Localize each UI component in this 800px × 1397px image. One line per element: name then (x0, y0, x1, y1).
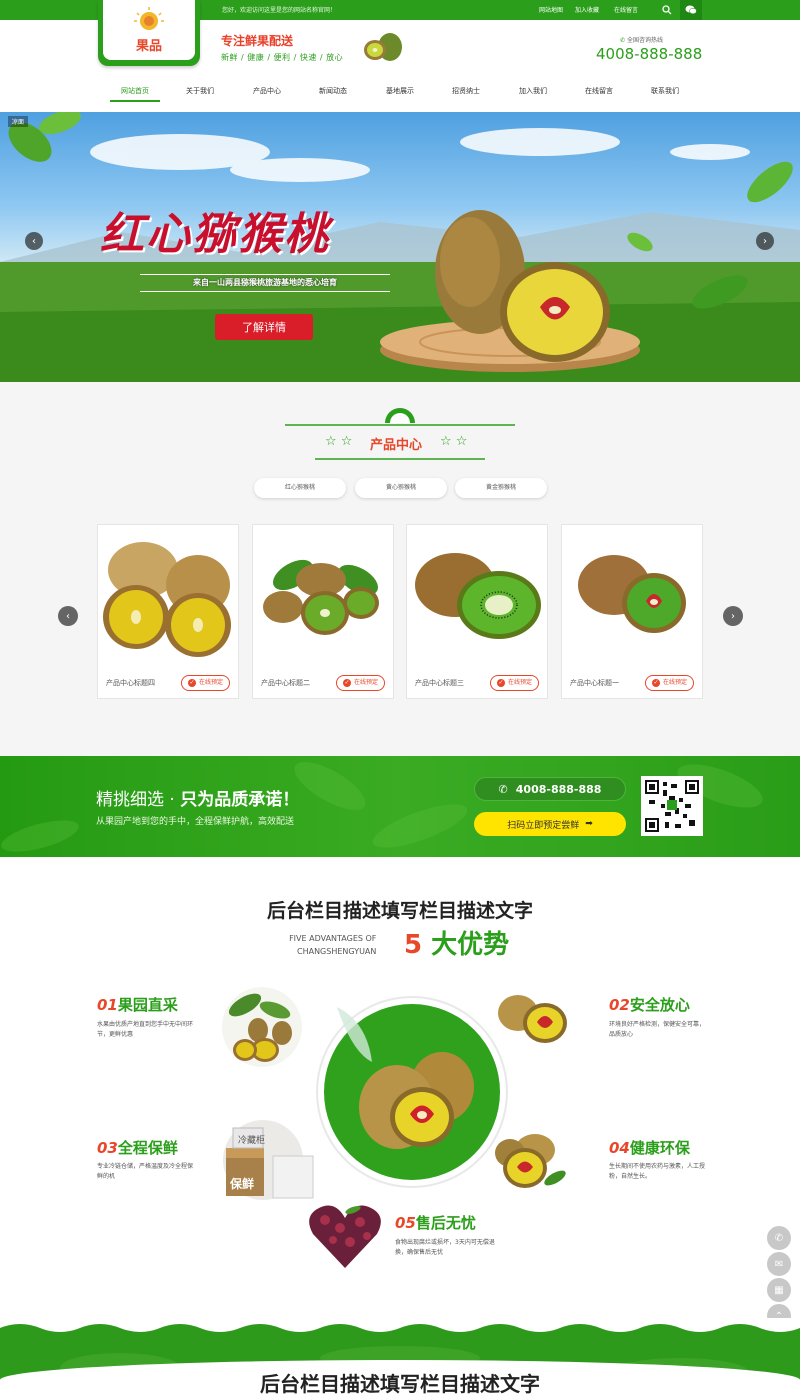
advantages-count: 5 大优势 (404, 930, 510, 960)
wechat-icon[interactable] (680, 0, 702, 20)
check-icon: ✓ (651, 679, 660, 687)
book-button[interactable]: ✓ 在线预定 (489, 675, 539, 691)
adv-1-desc: 水果由优质产地直到您手中无中间环节，更鲜优惠 (97, 1021, 194, 1038)
box-label-2: 保鲜 (229, 1176, 254, 1191)
adv-2-desc: 环境良好严格检测，保健安全可靠，品质放心 (609, 1021, 706, 1038)
adv-4-desc: 生长期间不使用农药与激素，人工授粉，自然生长。 (609, 1163, 706, 1180)
center-kiwi-image (316, 996, 508, 1188)
banner-title: 红心猕猴桃 (100, 209, 330, 260)
cold-storage-image: 冷藏柜 保鲜 (223, 1120, 314, 1200)
healthy-kiwi-image (495, 1134, 566, 1188)
star-right-icon: ☆ ☆ (440, 434, 468, 449)
product-image (98, 525, 238, 665)
scan-order-button[interactable]: 扫码立即预定尝鲜 ➡ (474, 812, 626, 836)
advantages-en-label: FIVE ADVANTAGES OF CHANGSHENGYUAN (289, 934, 377, 956)
star-left-icon: ☆ ☆ (325, 434, 353, 449)
heart-berries-image (309, 1205, 381, 1268)
tab-red-kiwi[interactable]: 红心猕猴桃 (254, 478, 346, 498)
product-name: 产品中心标题一 (570, 679, 619, 687)
product-card[interactable]: 产品中心标题二 ✓ 在线预定 (252, 524, 394, 699)
sitemap-link[interactable]: 网站地图 (539, 5, 563, 14)
logo[interactable]: 果品 (98, 0, 200, 66)
safe-kiwi-image (498, 995, 567, 1043)
product-image (562, 525, 702, 665)
product-image (253, 525, 393, 665)
product-next-arrow[interactable]: › (723, 606, 743, 626)
book-button[interactable]: ✓ 在线预定 (335, 675, 385, 691)
adv-2-title: 02安全放心 (609, 996, 690, 1014)
message-link[interactable]: 在线留言 (614, 5, 638, 14)
adv-5-title: 05售后无忧 (395, 1214, 476, 1232)
hotline-number: 4008-888-888 (596, 45, 703, 63)
learn-more-button[interactable]: 了解详情 (215, 314, 313, 340)
nav-bases[interactable]: 基地展示 (375, 80, 425, 102)
slogan-sub: 新鲜 / 健康 / 便利 / 快速 / 放心 (221, 53, 344, 62)
check-icon: ✓ (342, 679, 351, 687)
orchard-kiwi-image (222, 987, 302, 1067)
slogan-title: 专注鲜果配送 (221, 34, 294, 48)
book-button[interactable]: ✓ 在线预定 (180, 675, 230, 691)
check-icon: ✓ (496, 679, 505, 687)
book-button[interactable]: ✓ 在线预定 (644, 675, 694, 691)
adv-3-title: 03全程保鲜 (97, 1139, 178, 1157)
hero-banner: 凉面 红心猕猴桃 来自一山两县猕猴桃旅游基地的悉心培育 了解详情 ‹ › (0, 112, 800, 382)
welcome-text: 您好，欢迎访问这里是您的网站名称官网！ (222, 7, 337, 14)
bookmark-link[interactable]: 加入收藏 (575, 5, 599, 14)
nav-recruit[interactable]: 招贤纳士 (441, 80, 491, 102)
product-card[interactable]: 产品中心标题四 ✓ 在线预定 (97, 524, 239, 699)
product-name: 产品中心标题四 (106, 679, 155, 687)
chat-float-icon[interactable]: ✉ (767, 1252, 791, 1276)
nav-join[interactable]: 加入我们 (508, 80, 558, 102)
header-kiwi-image (364, 33, 402, 61)
promo-phone[interactable]: ✆ 4008-888-888 (474, 777, 626, 801)
nav-about[interactable]: 关于我们 (175, 80, 225, 102)
phone-float-icon[interactable]: ✆ (767, 1226, 791, 1250)
arrow-right-icon: ➡ (585, 819, 593, 829)
adv-3-desc: 专业冷链仓储，严格温度及冷全程保鲜的机 (97, 1163, 194, 1180)
nav-contact[interactable]: 联系我们 (640, 80, 690, 102)
adv-5-desc: 食物出现腐烂或损坏，3天内可无偿退换，确保售后无忧 (395, 1239, 495, 1256)
promo-subline: 从果园产地到您的手中，全程保鲜护航，高效配送 (96, 817, 295, 827)
product-name: 产品中心标题二 (261, 679, 310, 687)
product-image (407, 525, 547, 665)
qr-float-icon[interactable]: ▦ (767, 1278, 791, 1302)
banner-next-arrow[interactable]: › (756, 232, 774, 250)
advantages-title: 后台栏目描述填写栏目描述文字 (266, 900, 533, 922)
product-prev-arrow[interactable]: ‹ (58, 606, 78, 626)
nav-products[interactable]: 产品中心 (242, 80, 292, 102)
check-icon: ✓ (187, 679, 196, 687)
main-nav: 网站首页 关于我们 产品中心 新闻动态 基地展示 招贤纳士 加入我们 在线留言 … (100, 80, 700, 102)
nav-home[interactable]: 网站首页 (110, 80, 160, 102)
product-card[interactable]: 产品中心标题一 ✓ 在线预定 (561, 524, 703, 699)
hotline-label: ✆ 全国咨询热线 (620, 37, 663, 44)
product-card[interactable]: 产品中心标题三 ✓ 在线预定 (406, 524, 548, 699)
banner-subtitle: 来自一山两县猕猴桃旅游基地的悉心培育 (140, 274, 390, 292)
banner-tag: 凉面 (8, 116, 29, 127)
box-label-1: 冷藏柜 (238, 1134, 265, 1146)
logo-sun-icon: 果品 (134, 7, 164, 54)
tab-yellow-kiwi[interactable]: 黄心猕猴桃 (355, 478, 447, 498)
nav-message[interactable]: 在线留言 (574, 80, 624, 102)
product-name: 产品中心标题三 (415, 679, 464, 687)
phone-icon: ✆ (498, 782, 508, 796)
search-icon[interactable] (656, 0, 678, 20)
logo-text: 果品 (135, 39, 162, 54)
banner-prev-arrow[interactable]: ‹ (25, 232, 43, 250)
nav-news[interactable]: 新闻动态 (308, 80, 358, 102)
qr-code (641, 776, 703, 836)
adv-1-title: 01果园直采 (97, 996, 178, 1014)
product-section-title: 产品中心 (370, 438, 423, 453)
adv-4-title: 04健康环保 (609, 1139, 690, 1157)
promo-headline: 精挑细选 · 只为品质承诺！ (96, 790, 300, 810)
phone-icon: ✆ (620, 37, 626, 44)
tab-golden-kiwi[interactable]: 黄金猕猴桃 (455, 478, 547, 498)
